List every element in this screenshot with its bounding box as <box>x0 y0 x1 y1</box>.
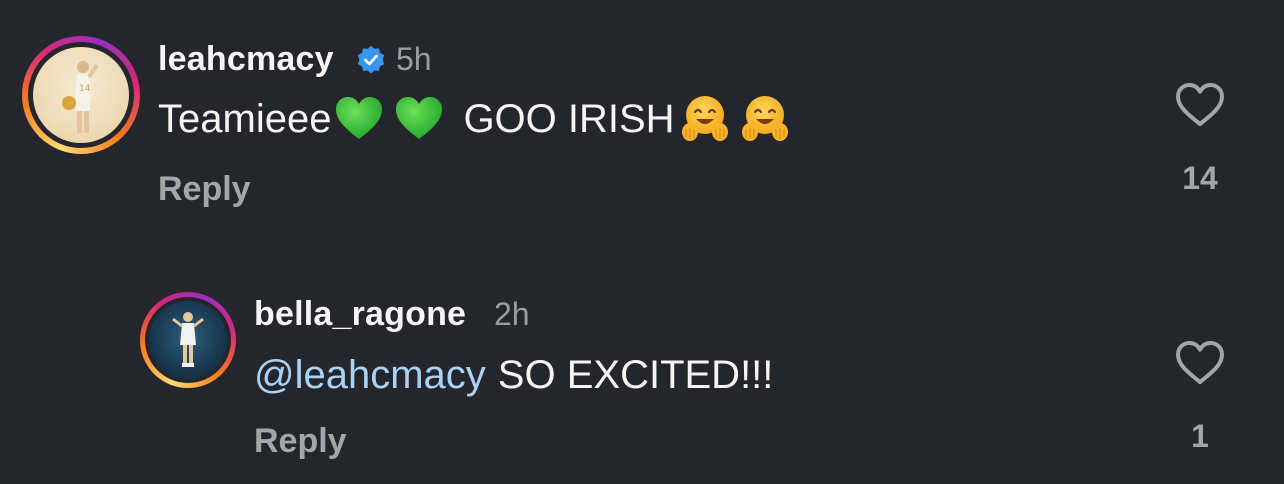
player-figure-icon: 14 <box>62 61 99 133</box>
svg-text:14: 14 <box>79 84 91 94</box>
comment-bella-ragone: bella_ragone 2h @leahcmacy SO EXCITED!!!… <box>0 280 1284 484</box>
comment-text-part-1: SO EXCITED!!! <box>497 352 774 397</box>
comment-text-part-1: Teamieee <box>158 96 332 141</box>
green-heart-icon <box>336 97 383 139</box>
reply-button[interactable]: Reply <box>158 170 251 209</box>
verified-badge-icon <box>357 45 385 74</box>
heart-icon[interactable] <box>1174 82 1226 128</box>
comment-text-part-2: GOO IRISH <box>463 96 675 141</box>
comment-time: 5h <box>396 41 432 77</box>
comment-username[interactable]: bella_ragone <box>254 295 466 334</box>
avatar-photo: 14 <box>33 47 129 143</box>
comment-time: 2h <box>494 296 530 332</box>
like-count: 14 <box>1182 160 1218 196</box>
green-heart-icon <box>396 97 443 139</box>
hugging-face-icon <box>681 96 728 141</box>
reply-button[interactable]: Reply <box>254 422 347 461</box>
person-figure-icon <box>172 312 204 367</box>
hugging-face-icon <box>741 96 788 141</box>
comment-text: @leahcmacy SO EXCITED!!! <box>254 348 773 402</box>
like-count: 1 <box>1191 418 1209 454</box>
avatar-photo <box>149 301 227 379</box>
avatar[interactable]: 14 <box>22 36 140 154</box>
mention-link[interactable]: @leahcmacy <box>254 353 486 398</box>
comment-text: Teamieee GOO IRISH <box>158 92 791 146</box>
heart-icon[interactable] <box>1174 340 1226 386</box>
avatar[interactable] <box>140 292 236 388</box>
comment-leahcmacy: 14 leahcmacy 5h Teamieee GOO IRISH Reply… <box>0 0 1284 240</box>
comment-username[interactable]: leahcmacy <box>158 40 334 79</box>
